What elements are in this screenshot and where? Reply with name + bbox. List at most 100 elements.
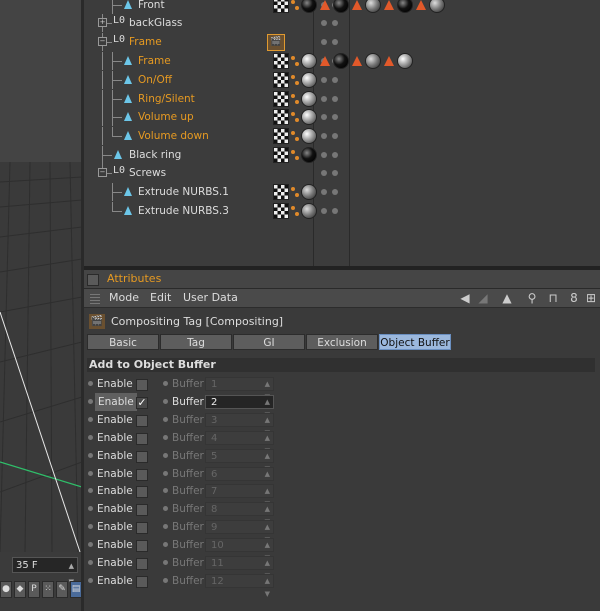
object-row[interactable]: Volume up	[84, 108, 600, 126]
search-icon[interactable]: ⚲	[525, 291, 539, 305]
selection-tag-icon[interactable]	[384, 56, 394, 66]
animate-dot-icon[interactable]	[88, 452, 93, 458]
buffer-number-field[interactable]: 12 ▲ ▼	[205, 573, 274, 598]
menu-user-data[interactable]: User Data	[183, 289, 238, 307]
visibility-dots[interactable]	[320, 183, 340, 201]
uvw-tag-icon[interactable]	[273, 72, 289, 88]
spinner-icon[interactable]: ▲▼	[265, 575, 270, 601]
link-icon[interactable]: 8	[567, 291, 581, 305]
phong-tag-icon[interactable]	[290, 148, 300, 162]
object-name[interactable]: On/Off	[138, 71, 172, 89]
material-tag-icon[interactable]	[301, 109, 317, 125]
animate-dot-icon[interactable]	[88, 506, 93, 512]
selection-tag-icon[interactable]	[352, 0, 362, 10]
selection-tag-icon[interactable]	[384, 0, 394, 10]
expand-icon[interactable]: +	[98, 18, 107, 27]
material-tag-icon[interactable]	[301, 72, 317, 88]
animate-dot-icon[interactable]	[163, 381, 168, 386]
phong-tag-icon[interactable]	[290, 54, 300, 68]
phong-tag-icon[interactable]	[290, 185, 300, 199]
enable-checkbox[interactable]	[136, 540, 148, 553]
tab-tag[interactable]: Tag	[160, 334, 232, 350]
selection-tag-icon[interactable]	[352, 56, 362, 66]
phong-tag-icon[interactable]	[290, 0, 300, 12]
uvw-tag-icon[interactable]	[273, 53, 289, 69]
collapse-icon[interactable]: −	[98, 37, 107, 46]
visibility-dots[interactable]	[320, 202, 340, 220]
menu-edit[interactable]: Edit	[150, 289, 171, 307]
object-name[interactable]: Extrude NURBS.3	[138, 202, 229, 220]
animate-dot-icon[interactable]	[88, 434, 93, 440]
animate-dot-icon[interactable]	[88, 398, 93, 404]
material-tag-icon[interactable]	[301, 147, 317, 163]
material-tag-icon[interactable]	[301, 184, 317, 200]
object-name[interactable]: Extrude NURBS.1	[138, 183, 229, 201]
object-name[interactable]: Black ring	[129, 146, 181, 164]
object-row[interactable]: Black ring	[84, 146, 600, 164]
enable-checkbox[interactable]	[136, 558, 148, 570]
enable-checkbox[interactable]	[136, 522, 148, 535]
material-tag-icon[interactable]	[365, 53, 381, 69]
material-tag-icon[interactable]	[301, 203, 317, 219]
animate-dot-icon[interactable]	[163, 398, 168, 404]
enable-checkbox[interactable]: ✓	[136, 396, 148, 409]
object-row[interactable]: Extrude NURBS.1	[84, 183, 600, 201]
grip-icon[interactable]	[90, 292, 100, 304]
object-row[interactable]: Frame	[84, 52, 600, 70]
pen-icon[interactable]: ✎	[56, 581, 68, 598]
object-row[interactable]: Extrude NURBS.3	[84, 202, 600, 220]
material-tag-icon[interactable]	[397, 53, 413, 69]
phong-tag-icon[interactable]	[290, 110, 300, 124]
animate-dot-icon[interactable]	[163, 506, 168, 512]
material-tag-icon[interactable]	[333, 0, 349, 13]
tab-gi[interactable]: GI	[233, 334, 305, 350]
phong-tag-icon[interactable]	[290, 92, 300, 106]
animate-dot-icon[interactable]	[163, 542, 168, 548]
object-name[interactable]: Ring/Silent	[138, 90, 195, 108]
animate-dot-icon[interactable]	[88, 542, 93, 548]
animate-dot-icon[interactable]	[88, 488, 93, 494]
visibility-dots[interactable]	[320, 146, 340, 164]
p-icon[interactable]: P	[28, 581, 40, 598]
object-row[interactable]: Front	[84, 0, 600, 14]
animate-dot-icon[interactable]	[163, 488, 168, 494]
animate-dot-icon[interactable]	[88, 560, 93, 565]
tab-exclusion[interactable]: Exclusion	[306, 334, 378, 350]
animate-dot-icon[interactable]	[163, 577, 168, 583]
selection-tag-icon[interactable]	[416, 0, 426, 10]
keyframe-icon[interactable]: ◆	[14, 581, 26, 598]
enable-checkbox[interactable]	[136, 504, 148, 517]
object-row[interactable]: − L0 Screws	[84, 164, 600, 182]
uvw-tag-icon[interactable]	[273, 147, 289, 163]
new-panel-icon[interactable]: ⊞	[584, 291, 598, 305]
buffer-number-field[interactable]: 11▲▼	[205, 556, 274, 580]
selection-tag-icon[interactable]	[320, 0, 330, 10]
material-tag-icon[interactable]	[429, 0, 445, 13]
buffer-number-field[interactable]: 4▲▼	[205, 430, 274, 455]
buffer-number-field[interactable]: 6▲▼	[205, 466, 274, 491]
animate-dot-icon[interactable]	[88, 416, 93, 422]
buffer-number-field[interactable]: 8▲▼	[205, 502, 274, 526]
object-name[interactable]: Volume down	[138, 127, 209, 145]
object-row[interactable]: − L0 Frame 🎬	[84, 33, 600, 51]
visibility-dots[interactable]	[320, 71, 340, 89]
buffer-number-field[interactable]: 9▲▼	[205, 520, 274, 544]
object-name[interactable]: Screws	[129, 164, 166, 182]
compositing-tag-icon[interactable]: 🎬	[267, 33, 285, 51]
visibility-dots[interactable]	[320, 127, 340, 145]
buffer-number-field[interactable]: 1▲▼	[205, 377, 274, 401]
uvw-tag-icon[interactable]	[273, 128, 289, 144]
object-name[interactable]: backGlass	[129, 14, 182, 32]
animate-dot-icon[interactable]	[88, 381, 93, 386]
collapse-icon[interactable]: −	[98, 168, 107, 177]
buffer-number-field[interactable]: 3▲▼	[205, 412, 274, 437]
material-tag-icon[interactable]	[301, 0, 317, 13]
animate-dot-icon[interactable]	[163, 560, 168, 565]
buffer-number-field[interactable]: 2▲▼	[205, 394, 274, 419]
animate-dot-icon[interactable]	[88, 577, 93, 583]
object-name[interactable]: Frame	[138, 52, 171, 70]
material-tag-icon[interactable]	[301, 53, 317, 69]
visibility-dots[interactable]	[320, 14, 340, 32]
animate-dot-icon[interactable]	[88, 524, 93, 530]
animate-dot-icon[interactable]	[163, 524, 168, 530]
